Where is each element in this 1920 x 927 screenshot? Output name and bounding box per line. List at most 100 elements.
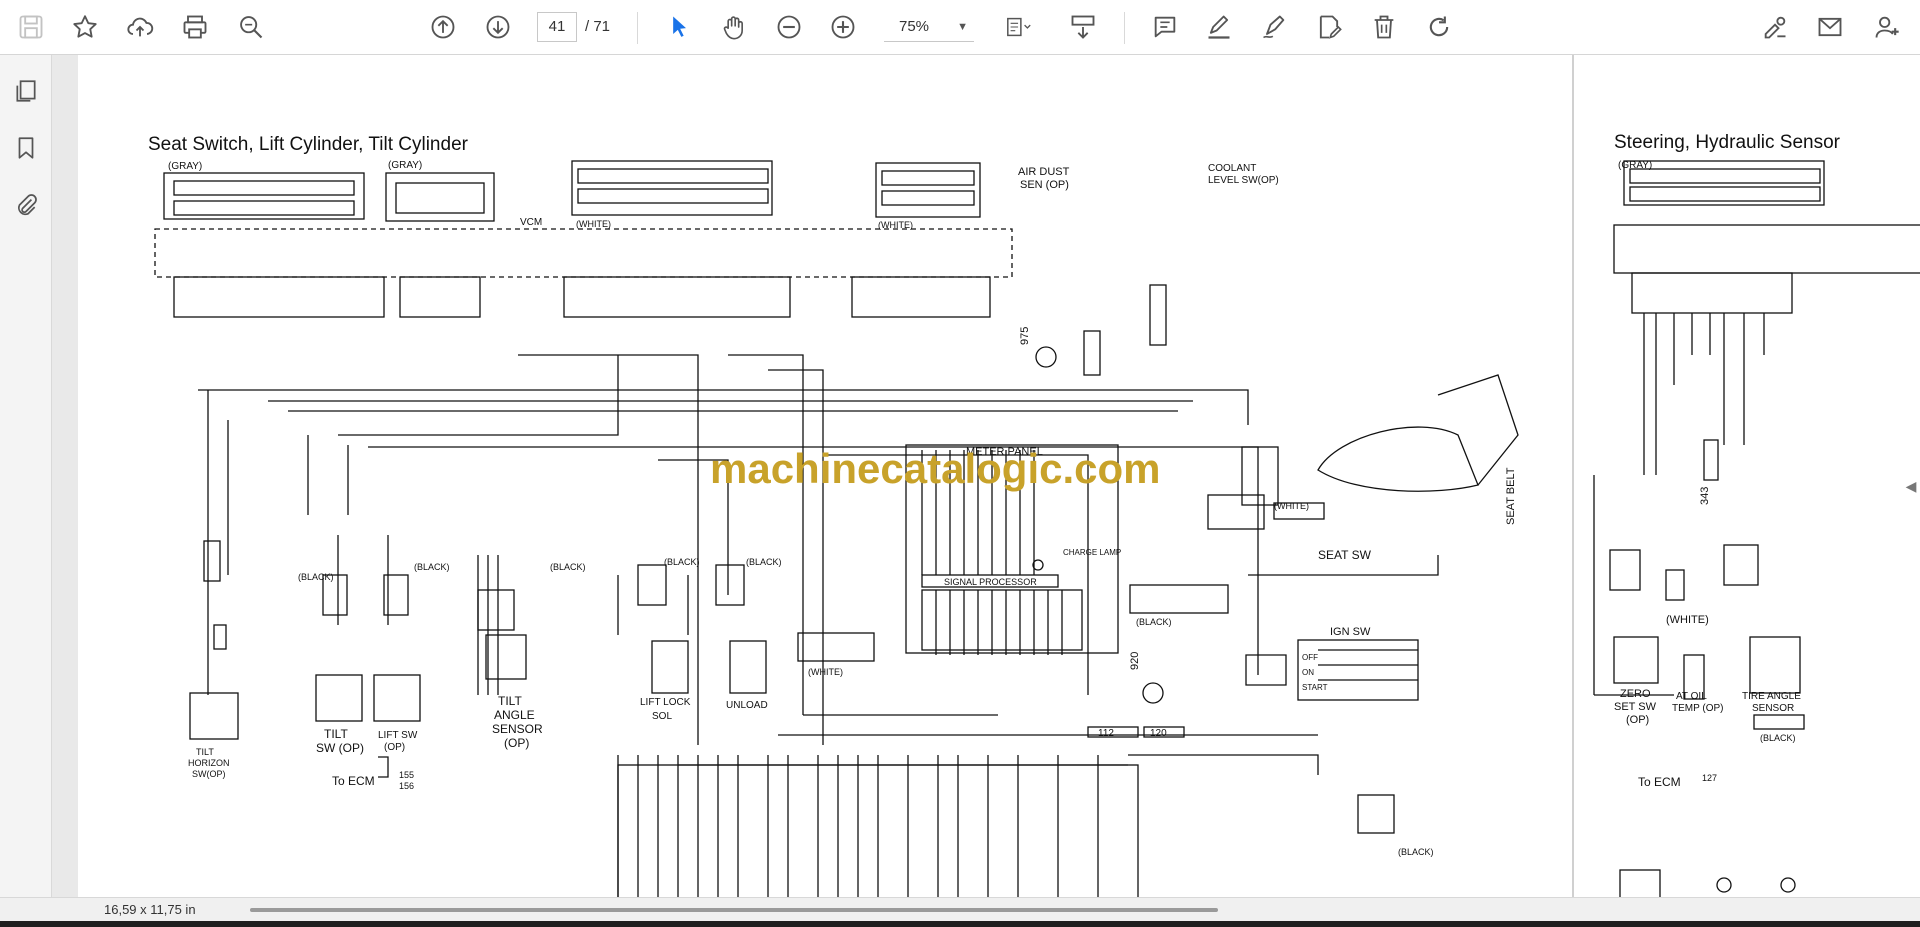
white-label: (WHITE) — [1274, 501, 1309, 511]
circuit-120: 120 — [1150, 728, 1167, 739]
document-viewport[interactable]: Seat Switch, Lift Cylinder, Tilt Cylinde… — [52, 55, 1920, 903]
taskbar-strip — [0, 921, 1920, 927]
zoom-search-icon[interactable] — [234, 10, 268, 44]
toolbar-divider — [1124, 12, 1125, 44]
tilt-sw-label: TILT — [324, 727, 348, 741]
circuit-343: 343 — [1699, 487, 1711, 505]
wiring-diagram-page-2: Steering, Hydraulic Sensor (GRAY) (WHITE… — [1593, 132, 1920, 903]
email-icon[interactable] — [1813, 10, 1847, 44]
attachment-paperclip-icon[interactable] — [10, 189, 42, 221]
circuit-112: 112 — [1098, 728, 1114, 739]
to-ecm-label: To ECM — [332, 774, 375, 788]
edit-document-icon[interactable] — [1312, 10, 1346, 44]
to-ecm-label: To ECM — [1638, 775, 1681, 789]
tilt-horizon-label: TILT — [196, 747, 214, 757]
charge-lamp-label: CHARGE LAMP — [1063, 548, 1121, 557]
black-label: (BLACK) — [1136, 617, 1172, 627]
add-user-icon[interactable] — [1870, 10, 1904, 44]
black-label: (BLACK) — [1398, 847, 1434, 857]
tilt-horizon-label: HORIZON — [188, 758, 230, 768]
black-label: (BLACK) — [414, 562, 450, 572]
ign-start-label: START — [1302, 683, 1328, 692]
zero-set-label: (OP) — [1626, 714, 1649, 726]
page-thumbnails-icon[interactable] — [10, 75, 42, 107]
pdf-page-41: Seat Switch, Lift Cylinder, Tilt Cylinde… — [78, 55, 1572, 903]
save-icon[interactable] — [14, 10, 48, 44]
bookmark-star-icon[interactable] — [68, 10, 102, 44]
lift-lock-label: LIFT LOCK — [640, 697, 691, 708]
coolant-label: LEVEL SW(OP) — [1208, 175, 1279, 186]
tilt-horizon-label: SW(OP) — [192, 769, 226, 779]
select-cursor-icon[interactable] — [662, 10, 696, 44]
comment-icon[interactable] — [1148, 10, 1182, 44]
black-label: (BLACK) — [664, 557, 700, 567]
lift-sw-label: LIFT SW — [378, 730, 418, 741]
sign-link-icon[interactable] — [1758, 10, 1792, 44]
circuit-920: 920 — [1129, 652, 1141, 670]
white-label: (WHITE) — [1666, 614, 1709, 626]
black-label: (BLACK) — [550, 562, 586, 572]
diagram-title-page-2: Steering, Hydraulic Sensor — [1614, 132, 1841, 153]
left-sidebar: ◀ — [0, 55, 72, 903]
scroll-mode-icon[interactable] — [1066, 10, 1100, 44]
unload-label: UNLOAD — [726, 700, 768, 711]
circuit-156: 156 — [399, 781, 414, 791]
horizontal-scrollbar[interactable] — [250, 908, 1218, 912]
page-number-input[interactable]: 41 — [537, 12, 577, 42]
lift-sw-label: (OP) — [384, 742, 405, 753]
at-oil-label: AT OIL — [1676, 691, 1707, 702]
tire-angle-label: SENSOR — [1752, 703, 1794, 714]
previous-page-icon[interactable] — [426, 10, 460, 44]
black-label: (BLACK) — [1760, 733, 1796, 743]
air-dust-label: SEN (OP) — [1020, 179, 1069, 191]
hand-tool-icon[interactable] — [717, 10, 751, 44]
bookmark-icon[interactable] — [10, 132, 42, 164]
lift-lock-label: SOL — [652, 711, 672, 722]
wiring-diagram: Seat Switch, Lift Cylinder, Tilt Cylinde… — [148, 134, 1519, 903]
tilt-sw-label: SW (OP) — [316, 741, 364, 755]
tilt-angle-label: SENSOR — [492, 722, 543, 736]
page-dimensions: 16,59 x 11,75 in — [104, 902, 196, 917]
ign-sw-label: IGN SW — [1330, 626, 1371, 638]
circuit-127: 127 — [1702, 773, 1717, 783]
circuit-975: 975 — [1019, 327, 1031, 345]
tilt-angle-label: ANGLE — [494, 708, 535, 722]
gray-label: (GRAY) — [168, 161, 202, 172]
cloud-upload-icon[interactable] — [123, 10, 157, 44]
zoom-out-icon[interactable] — [772, 10, 806, 44]
page-total-label: / 71 — [585, 18, 611, 35]
tilt-angle-label: TILT — [498, 694, 522, 708]
zoom-level-select[interactable]: 75% ▼ — [884, 12, 974, 42]
gray-label: (GRAY) — [1618, 160, 1652, 171]
white-label: (WHITE) — [808, 667, 843, 677]
at-oil-label: TEMP (OP) — [1672, 703, 1723, 714]
highlight-pen-icon[interactable] — [1202, 10, 1236, 44]
zoom-in-icon[interactable] — [826, 10, 860, 44]
chevron-down-icon: ▼ — [957, 21, 968, 33]
draw-icon[interactable] — [1257, 10, 1291, 44]
ign-off-label: OFF — [1302, 653, 1318, 662]
fit-page-icon[interactable] — [997, 10, 1041, 44]
air-dust-label: AIR DUST — [1018, 166, 1070, 178]
status-bar: 16,59 x 11,75 in — [0, 897, 1920, 921]
white-label: (WHITE) — [878, 220, 913, 230]
vcm-label: VCM — [520, 217, 542, 228]
circuit-155: 155 — [399, 770, 414, 780]
zero-set-label: ZERO — [1620, 688, 1651, 700]
white-label: (WHITE) — [576, 219, 611, 229]
redo-rotate-icon[interactable] — [1422, 10, 1456, 44]
signal-processor-label: SIGNAL PROCESSOR — [944, 577, 1037, 587]
watermark-text: machinecatalogic.com — [710, 445, 1161, 492]
black-label: (BLACK) — [298, 572, 334, 582]
next-page-icon[interactable] — [481, 10, 515, 44]
zero-set-label: SET SW — [1614, 701, 1657, 713]
expand-right-panel-icon[interactable]: ◀ — [1904, 478, 1918, 498]
pdf-page-42: Steering, Hydraulic Sensor (GRAY) (WHITE… — [1572, 55, 1920, 903]
zoom-level-value: 75% — [899, 18, 930, 35]
gray-label: (GRAY) — [388, 160, 422, 171]
seat-sw-label: SEAT SW — [1318, 548, 1372, 562]
delete-trash-icon[interactable] — [1367, 10, 1401, 44]
diagram-title: Seat Switch, Lift Cylinder, Tilt Cylinde… — [148, 134, 469, 155]
tire-angle-label: TIRE ANGLE — [1742, 691, 1801, 702]
print-icon[interactable] — [178, 10, 212, 44]
